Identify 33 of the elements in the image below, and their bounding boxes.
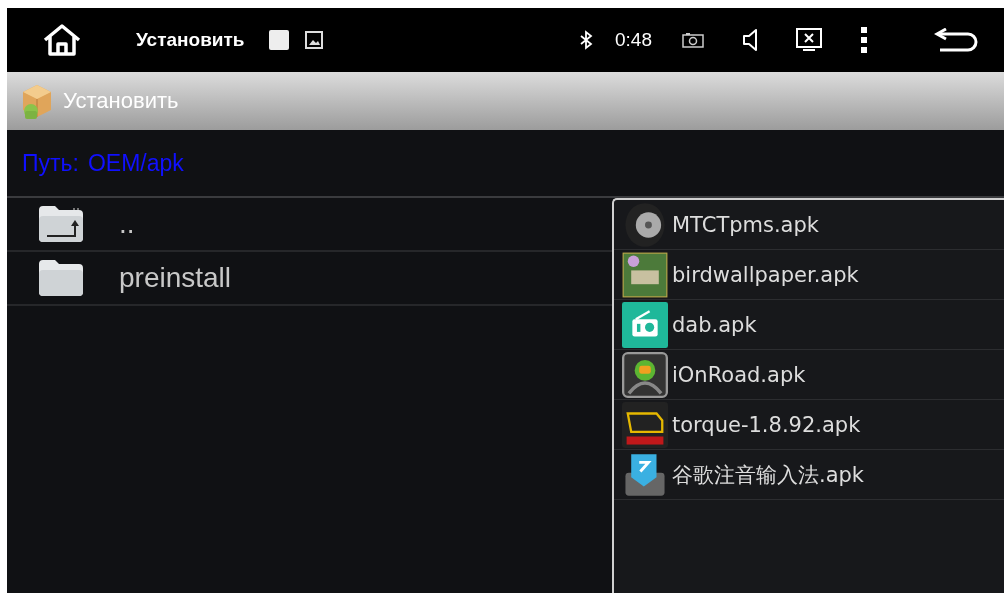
apk-file-row[interactable]: iOnRoad.apk [614,350,1004,400]
apk-file-row[interactable]: 谷歌注音输入法.apk [614,450,1004,500]
apk-file-name: dab.apk [672,312,757,337]
bluetooth-icon [579,30,593,50]
apk-file-name: birdwallpaper.apk [672,262,859,287]
folder-icon [37,258,85,298]
apk-file-row[interactable]: birdwallpaper.apk [614,250,1004,300]
clock-time: 0:48 [615,29,652,51]
menu-icon[interactable] [860,26,868,54]
folder-name: preinstall [119,262,232,294]
folder-name: .. [119,208,135,240]
camera-icon[interactable] [682,32,704,48]
square-notification-icon [268,30,289,50]
path-value: OEM/apk [87,149,184,177]
apk-file-name: iOnRoad.apk [672,362,806,387]
screen-title: Установить [63,88,179,114]
apk-file-name: MTCTpms.apk [672,212,819,237]
screen-close-icon[interactable] [796,28,822,52]
home-icon[interactable] [42,23,82,57]
image-icon [304,31,323,49]
apk-file-row[interactable]: MTCTpms.apk [614,200,1004,250]
radio-icon [622,301,668,348]
apk-file-row[interactable]: torque-1.8.92.apk [614,400,1004,450]
apk-file-name: torque-1.8.92.apk [672,412,861,437]
folder-row[interactable]: preinstall [7,252,612,306]
speaker-icon[interactable] [742,28,758,52]
folder-up-icon [37,204,85,244]
app-title: Установить [136,29,245,51]
path-label: Путь: [22,149,79,177]
back-icon[interactable] [934,28,978,52]
folder-row[interactable]: .. [7,198,612,252]
apk-file-row[interactable]: dab.apk [614,300,1004,350]
apk-file-name: 谷歌注音输入法.apk [672,461,865,489]
